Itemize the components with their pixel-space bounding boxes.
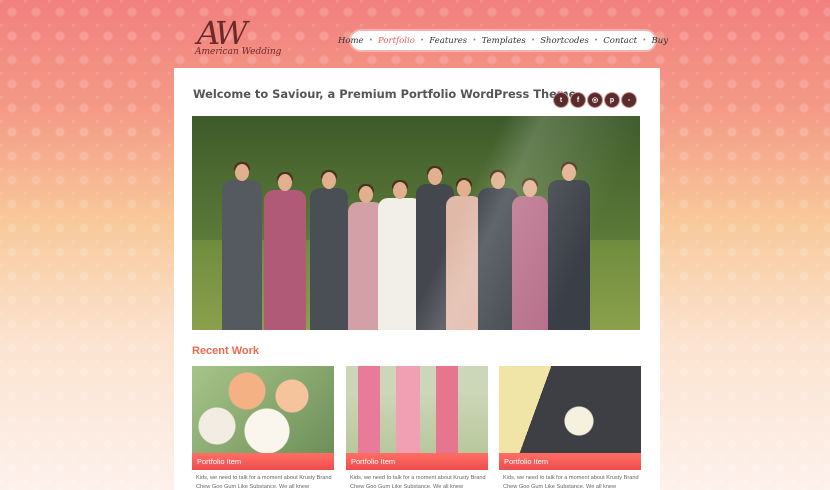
site-logo[interactable]: AW American Wedding: [193, 14, 281, 60]
facebook-icon[interactable]: f: [571, 93, 585, 107]
portfolio-item-desc: Kids, we need to talk for a moment about…: [350, 475, 486, 490]
nav-separator: •: [473, 37, 476, 44]
portfolio-image-bouquet: [192, 366, 334, 455]
photo-figure: [264, 172, 306, 330]
portfolio-image-boutonniere: [499, 366, 641, 455]
dribbble-icon[interactable]: ◎: [588, 93, 602, 107]
portfolio-image-bridesmaids: [346, 366, 488, 455]
nav-separator: •: [369, 37, 373, 44]
nav-separator: •: [420, 37, 424, 44]
portfolio-item-label: Portfolio Item: [346, 453, 488, 470]
twitter-icon[interactable]: t: [554, 93, 568, 107]
flickr-icon[interactable]: ▫: [622, 93, 636, 107]
nav-portfolio[interactable]: Portfolio: [378, 36, 415, 46]
main-nav: Home • Portfolio • Features • Templates …: [338, 31, 668, 50]
portfolio-item-desc: Kids, we need to talk for a moment about…: [196, 475, 332, 490]
recent-work-heading: Recent Work: [192, 345, 260, 357]
nav-buy[interactable]: Buy: [652, 36, 669, 46]
hero-slider-image[interactable]: [192, 116, 640, 330]
nav-separator: •: [594, 37, 598, 44]
portfolio-item-label: Portfolio Item: [499, 453, 641, 470]
portfolio-item-desc: Kids, we need to talk for a moment about…: [503, 475, 639, 490]
portfolio-item[interactable]: Portfolio Item Kids, we need to talk for…: [192, 366, 334, 490]
nav-separator: •: [531, 37, 535, 44]
portfolio-item[interactable]: Portfolio Item Kids, we need to talk for…: [499, 366, 641, 490]
nav-templates[interactable]: Templates: [482, 36, 526, 46]
content-card: Welcome to Saviour, a Premium Portfolio …: [174, 68, 660, 490]
logo-name: American Wedding: [195, 47, 282, 57]
nav-features[interactable]: Features: [429, 36, 467, 46]
nav-home[interactable]: Home: [338, 36, 364, 46]
page-title: Welcome to Saviour, a Premium Portfolio …: [193, 87, 577, 101]
nav-shortcodes[interactable]: Shortcodes: [540, 36, 589, 46]
photo-figure: [222, 162, 262, 330]
social-links: t f ◎ p ▫: [554, 93, 636, 107]
nav-separator: •: [643, 37, 646, 44]
slider-sheen: [332, 116, 640, 330]
nav-contact[interactable]: Contact: [603, 36, 637, 46]
photo-figure-head: [278, 174, 292, 191]
portfolio-item-label: Portfolio Item: [192, 453, 334, 470]
portfolio-item[interactable]: Portfolio Item Kids, we need to talk for…: [346, 366, 488, 490]
photo-figure-head: [235, 164, 249, 181]
pinterest-icon[interactable]: p: [605, 93, 619, 107]
